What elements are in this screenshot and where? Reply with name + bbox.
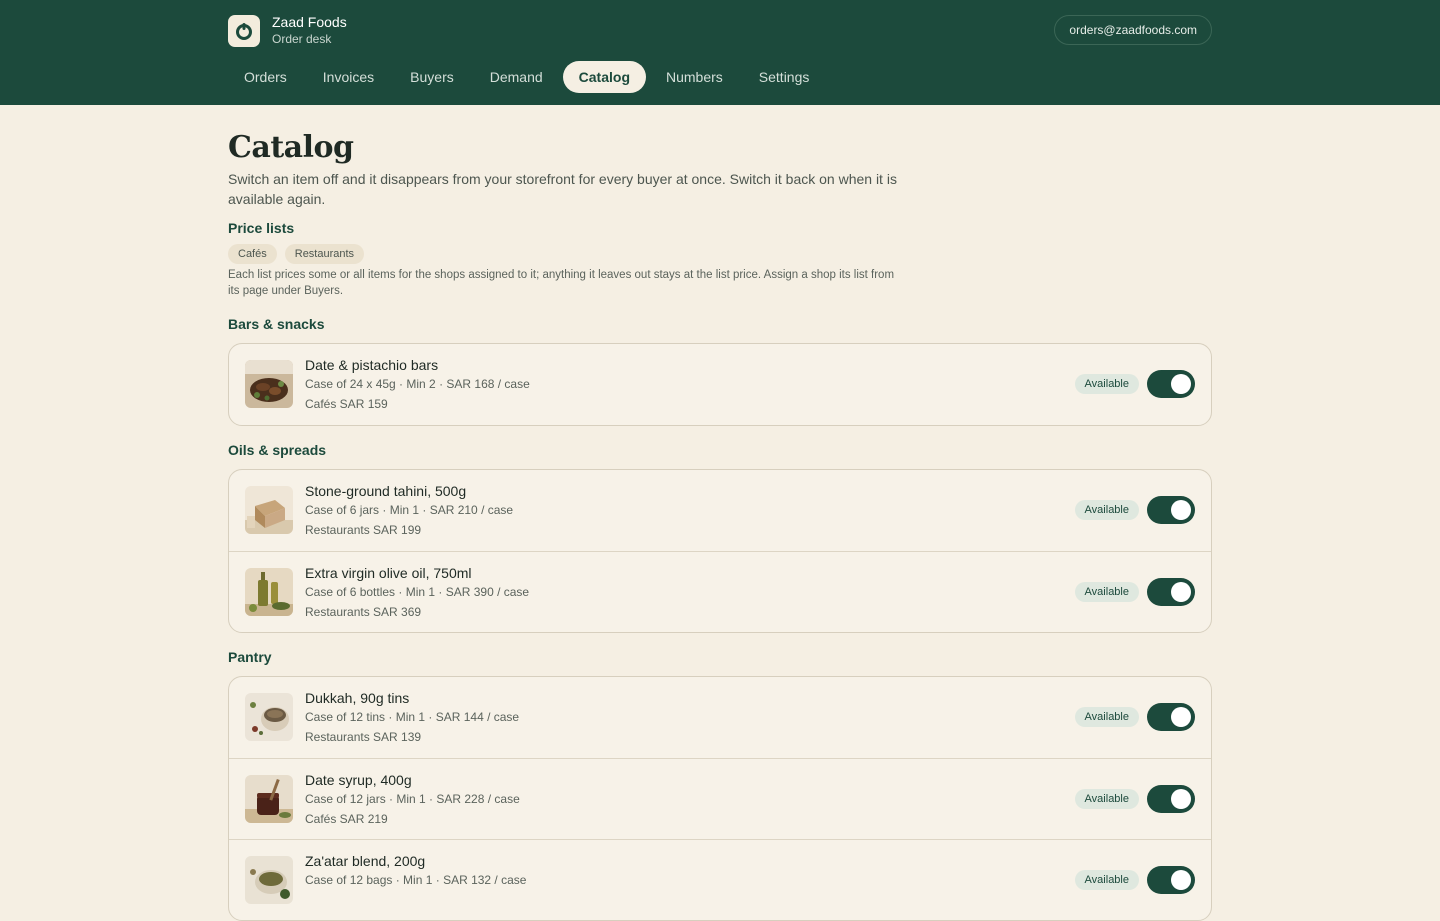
catalog-item: Stone-ground tahini, 500g Case of 6 jars… xyxy=(229,470,1211,551)
item-meta: Case of 12 jars · Min 1 · SAR 228 / case xyxy=(305,792,520,806)
nav-settings[interactable]: Settings xyxy=(743,61,826,93)
catalog-item: Extra virgin olive oil, 750ml Case of 6 … xyxy=(229,551,1211,632)
price-list-chip-cafes[interactable]: Cafés xyxy=(228,244,277,264)
availability-toggle[interactable] xyxy=(1147,703,1195,731)
nav-demand[interactable]: Demand xyxy=(474,61,559,93)
toggle-knob xyxy=(1171,582,1191,602)
item-price-list: Restaurants SAR 369 xyxy=(305,605,422,619)
app-name: Zaad Foods xyxy=(272,14,347,30)
toggle-knob xyxy=(1171,374,1191,394)
section-heading-pantry: Pantry xyxy=(228,649,272,665)
status-badge: Available xyxy=(1074,374,1139,394)
catalog-item: Date & pistachio bars Case of 24 x 45g ·… xyxy=(229,344,1211,425)
item-group-oils-spreads: Stone-ground tahini, 500g Case of 6 jars… xyxy=(228,469,1212,633)
item-name: Extra virgin olive oil, 750ml xyxy=(305,565,472,581)
status-badge: Available xyxy=(1074,582,1139,602)
nav-invoices[interactable]: Invoices xyxy=(307,61,390,93)
item-name: Dukkah, 90g tins xyxy=(305,690,410,706)
app-subtitle: Order desk xyxy=(272,32,332,46)
account-email-button[interactable]: orders@zaadfoods.com xyxy=(1054,15,1212,45)
item-meta: Case of 6 bottles · Min 1 · SAR 390 / ca… xyxy=(305,585,530,599)
product-thumbnail xyxy=(245,693,293,741)
nav-orders[interactable]: Orders xyxy=(228,61,303,93)
item-group-pantry: Dukkah, 90g tins Case of 12 tins · Min 1… xyxy=(228,676,1212,921)
status-badge: Available xyxy=(1074,707,1139,727)
item-price-list: Cafés SAR 219 xyxy=(305,812,388,826)
price-list-chips: Cafés Restaurants xyxy=(228,244,372,264)
item-name: Date syrup, 400g xyxy=(305,772,412,788)
product-thumbnail xyxy=(245,568,293,616)
price-lists-note: Each list prices some or all items for t… xyxy=(228,269,895,297)
main-nav: Orders Invoices Buyers Demand Catalog Nu… xyxy=(228,61,829,93)
availability-toggle[interactable] xyxy=(1147,578,1195,606)
toggle-knob xyxy=(1171,707,1191,727)
item-name: Stone-ground tahini, 500g xyxy=(305,483,467,499)
item-price-list: Restaurants SAR 139 xyxy=(305,730,422,744)
item-group-bars-snacks: Date & pistachio bars Case of 24 x 45g ·… xyxy=(228,343,1212,426)
product-thumbnail xyxy=(245,360,293,408)
toggle-knob xyxy=(1171,789,1191,809)
product-thumbnail xyxy=(245,856,293,904)
item-name: Date & pistachio bars xyxy=(305,357,439,373)
catalog-item: Za'atar blend, 200g Case of 12 bags · Mi… xyxy=(229,839,1211,920)
catalog-item: Date syrup, 400g Case of 12 jars · Min 1… xyxy=(229,758,1211,839)
toggle-knob xyxy=(1171,500,1191,520)
brand[interactable]: Zaad Foods Order desk xyxy=(228,14,347,47)
page-intro: Switch an item off and it disappears fro… xyxy=(228,171,897,207)
item-price-list: Restaurants SAR 199 xyxy=(305,523,422,537)
item-meta: Case of 24 x 45g · Min 2 · SAR 168 / cas… xyxy=(305,377,530,391)
page-title: Catalog xyxy=(228,130,354,165)
nav-buyers[interactable]: Buyers xyxy=(394,61,470,93)
status-badge: Available xyxy=(1074,870,1139,890)
item-meta: Case of 12 tins · Min 1 · SAR 144 / case xyxy=(305,710,520,724)
availability-toggle[interactable] xyxy=(1147,785,1195,813)
section-heading-oils-spreads: Oils & spreads xyxy=(228,442,327,458)
product-thumbnail xyxy=(245,775,293,823)
availability-toggle[interactable] xyxy=(1147,370,1195,398)
logo-icon xyxy=(228,14,260,47)
price-lists-heading: Price lists xyxy=(228,220,295,236)
item-price-list: Cafés SAR 159 xyxy=(305,397,388,411)
availability-toggle[interactable] xyxy=(1147,496,1195,524)
catalog-item: Dukkah, 90g tins Case of 12 tins · Min 1… xyxy=(229,677,1211,758)
nav-catalog[interactable]: Catalog xyxy=(562,61,646,93)
toggle-knob xyxy=(1171,870,1191,890)
status-badge: Available xyxy=(1074,789,1139,809)
item-meta: Case of 6 jars · Min 1 · SAR 210 / case xyxy=(305,503,514,517)
item-name: Za'atar blend, 200g xyxy=(305,853,426,869)
section-heading-bars-snacks: Bars & snacks xyxy=(228,316,325,332)
item-meta: Case of 12 bags · Min 1 · SAR 132 / case xyxy=(305,873,527,887)
product-thumbnail xyxy=(245,486,293,534)
nav-numbers[interactable]: Numbers xyxy=(650,61,739,93)
status-badge: Available xyxy=(1074,500,1139,520)
price-list-chip-restaurants[interactable]: Restaurants xyxy=(284,244,365,264)
availability-toggle[interactable] xyxy=(1147,866,1195,894)
top-bar: Zaad Foods Order desk orders@zaadfoods.c… xyxy=(0,0,1440,105)
